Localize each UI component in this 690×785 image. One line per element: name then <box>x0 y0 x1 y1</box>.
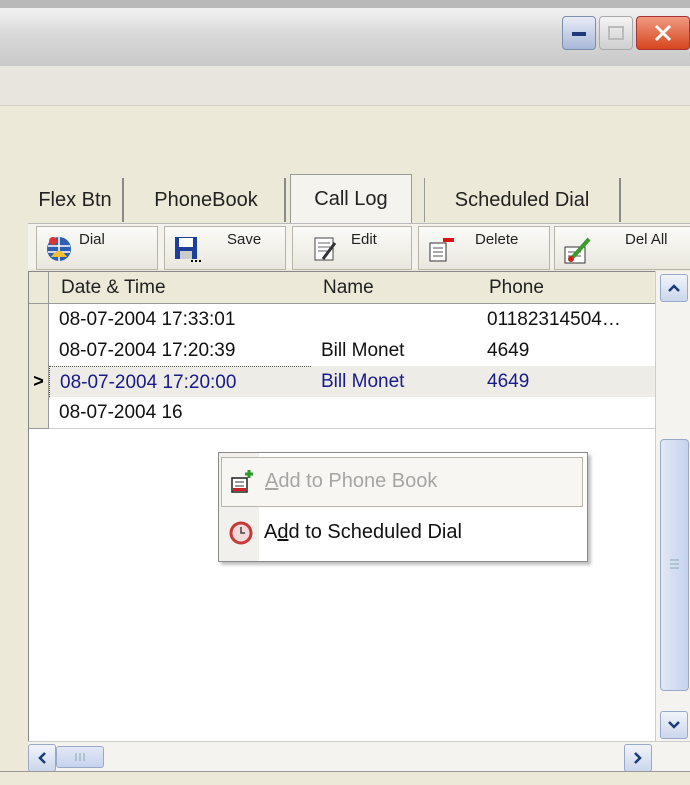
floppy-disk-icon <box>175 237 201 262</box>
vertical-scrollbar[interactable] <box>655 271 690 741</box>
cell-datetime[interactable]: 08-07-2004 17:20:39 <box>49 335 322 367</box>
tab-phonebook[interactable]: PhoneBook <box>128 178 286 222</box>
cell-phone[interactable] <box>477 397 666 429</box>
save-button[interactable]: Save <box>164 226 286 270</box>
tab-label: Flex Btn <box>38 188 112 211</box>
menu-bar <box>0 66 690 106</box>
cell-phone[interactable]: 4649 <box>477 366 666 398</box>
delete-label: Delete <box>475 231 519 248</box>
clock-icon <box>229 521 253 545</box>
tab-scheduled-dial[interactable]: Scheduled Dial <box>424 178 621 222</box>
chevron-left-icon <box>38 752 46 764</box>
cell-name[interactable] <box>311 397 488 429</box>
delete-document-icon <box>429 238 454 262</box>
edit-label: Edit <box>351 231 377 248</box>
menu-item-label: Add to Phone Book <box>265 470 438 492</box>
grip-icon <box>670 559 679 569</box>
dial-label: Dial <box>79 231 105 248</box>
header-corner <box>29 272 49 304</box>
context-menu: Add to Phone Book Add to Scheduled Dial <box>218 452 588 562</box>
horizontal-scrollbar[interactable] <box>28 741 690 772</box>
cell-name[interactable]: Bill Monet <box>311 366 488 398</box>
tab-label: Scheduled Dial <box>454 188 590 211</box>
horizontal-scroll-thumb[interactable] <box>56 746 104 768</box>
delete-button[interactable]: Delete <box>418 226 550 270</box>
row-pointer[interactable]: > <box>29 366 49 398</box>
tool-strip <box>0 106 690 170</box>
vertical-scroll-thumb[interactable] <box>660 439 689 691</box>
delete-all-icon <box>564 237 591 264</box>
edit-button[interactable]: Edit <box>292 226 412 270</box>
tab-flex-btn[interactable]: Flex Btn <box>28 178 124 222</box>
scroll-up-button[interactable] <box>660 274 688 302</box>
cell-datetime[interactable]: 08-07-2004 17:33:01 <box>49 304 322 336</box>
dial-globe-icon <box>47 237 71 261</box>
grip-icon <box>75 753 85 761</box>
menu-item-add-to-scheduled-dial[interactable]: Add to Scheduled Dial <box>221 509 581 557</box>
scroll-down-button[interactable] <box>660 711 688 739</box>
del-all-label: Del All <box>625 231 668 248</box>
scroll-left-button[interactable] <box>28 744 56 772</box>
close-icon <box>654 24 672 42</box>
row-indicator[interactable] <box>29 397 49 429</box>
delete-all-button[interactable]: Del All <box>554 226 690 270</box>
menu-item-label: Add to Scheduled Dial <box>264 521 462 543</box>
cell-name[interactable] <box>311 304 488 336</box>
dial-button[interactable]: Dial <box>36 226 158 270</box>
cell-datetime[interactable]: 08-07-2004 16 <box>49 397 322 429</box>
tab-label: PhoneBook <box>154 188 258 211</box>
chevron-right-icon <box>634 752 642 764</box>
column-header-name[interactable]: Name <box>311 272 490 304</box>
column-header-datetime[interactable]: Date & Time <box>49 272 324 304</box>
maximize-icon <box>608 26 624 40</box>
close-button[interactable] <box>636 16 690 50</box>
chevron-down-icon <box>668 721 680 729</box>
minimize-icon <box>572 32 586 36</box>
tab-call-log[interactable]: Call Log <box>290 174 412 223</box>
add-contact-icon <box>231 470 253 493</box>
call-log-toolbar: Dial Save Edit Delete Del All <box>28 223 690 270</box>
cell-phone[interactable]: 01182314504… <box>477 304 666 336</box>
row-indicator[interactable] <box>29 304 49 336</box>
minimize-button[interactable] <box>562 16 596 50</box>
maximize-button[interactable] <box>599 16 633 50</box>
scroll-right-button[interactable] <box>624 744 652 772</box>
tab-label: Call Log <box>314 187 388 210</box>
save-label: Save <box>227 231 262 248</box>
cell-datetime[interactable]: 08-07-2004 17:20:00 <box>49 366 323 399</box>
edit-document-icon <box>314 237 337 261</box>
row-indicator[interactable] <box>29 335 49 367</box>
cell-name[interactable]: Bill Monet <box>311 335 488 367</box>
cell-phone[interactable]: 4649 <box>477 335 666 367</box>
menu-item-add-to-phone-book[interactable]: Add to Phone Book <box>221 457 583 507</box>
window-bottom-edge <box>0 771 690 785</box>
chevron-up-icon <box>668 284 680 292</box>
